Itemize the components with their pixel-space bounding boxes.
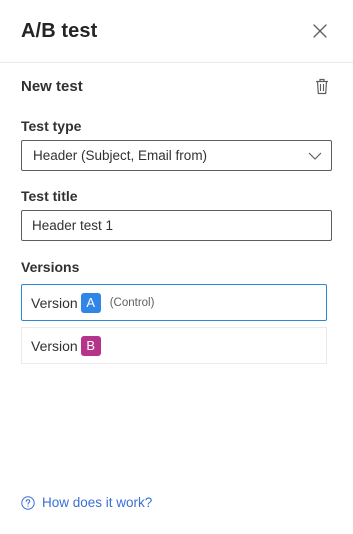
panel-title: A/B test xyxy=(21,19,98,42)
version-a-card[interactable]: Version A (Control) xyxy=(21,284,327,321)
version-b-badge: B xyxy=(80,335,101,356)
ab-test-panel: A/B test New test Test type Header (Subj… xyxy=(0,0,353,534)
version-a-badge: A xyxy=(80,292,101,313)
control-note: (Control) xyxy=(109,296,155,309)
test-section-header: New test xyxy=(0,76,353,96)
close-icon xyxy=(313,24,327,38)
test-type-label: Test type xyxy=(21,118,82,134)
versions-label: Versions xyxy=(21,259,80,275)
chevron-down-icon xyxy=(308,152,322,160)
close-button[interactable] xyxy=(309,20,331,42)
test-title-label: Test title xyxy=(21,188,78,204)
delete-test-button[interactable] xyxy=(313,77,331,95)
question-circle-icon xyxy=(21,495,35,510)
trash-icon xyxy=(316,78,328,94)
version-label: Version xyxy=(31,294,78,311)
help-link-text: How does it work? xyxy=(42,495,153,510)
section-title: New test xyxy=(21,77,83,95)
how-does-it-work-link[interactable]: How does it work? xyxy=(21,495,152,510)
panel-header: A/B test xyxy=(0,0,353,63)
test-type-dropdown[interactable]: Header (Subject, Email from) xyxy=(21,140,332,171)
version-label: Version xyxy=(31,337,78,354)
test-title-input[interactable] xyxy=(21,210,332,241)
version-b-card[interactable]: Version B xyxy=(21,327,327,364)
test-type-selected: Header (Subject, Email from) xyxy=(33,148,208,163)
